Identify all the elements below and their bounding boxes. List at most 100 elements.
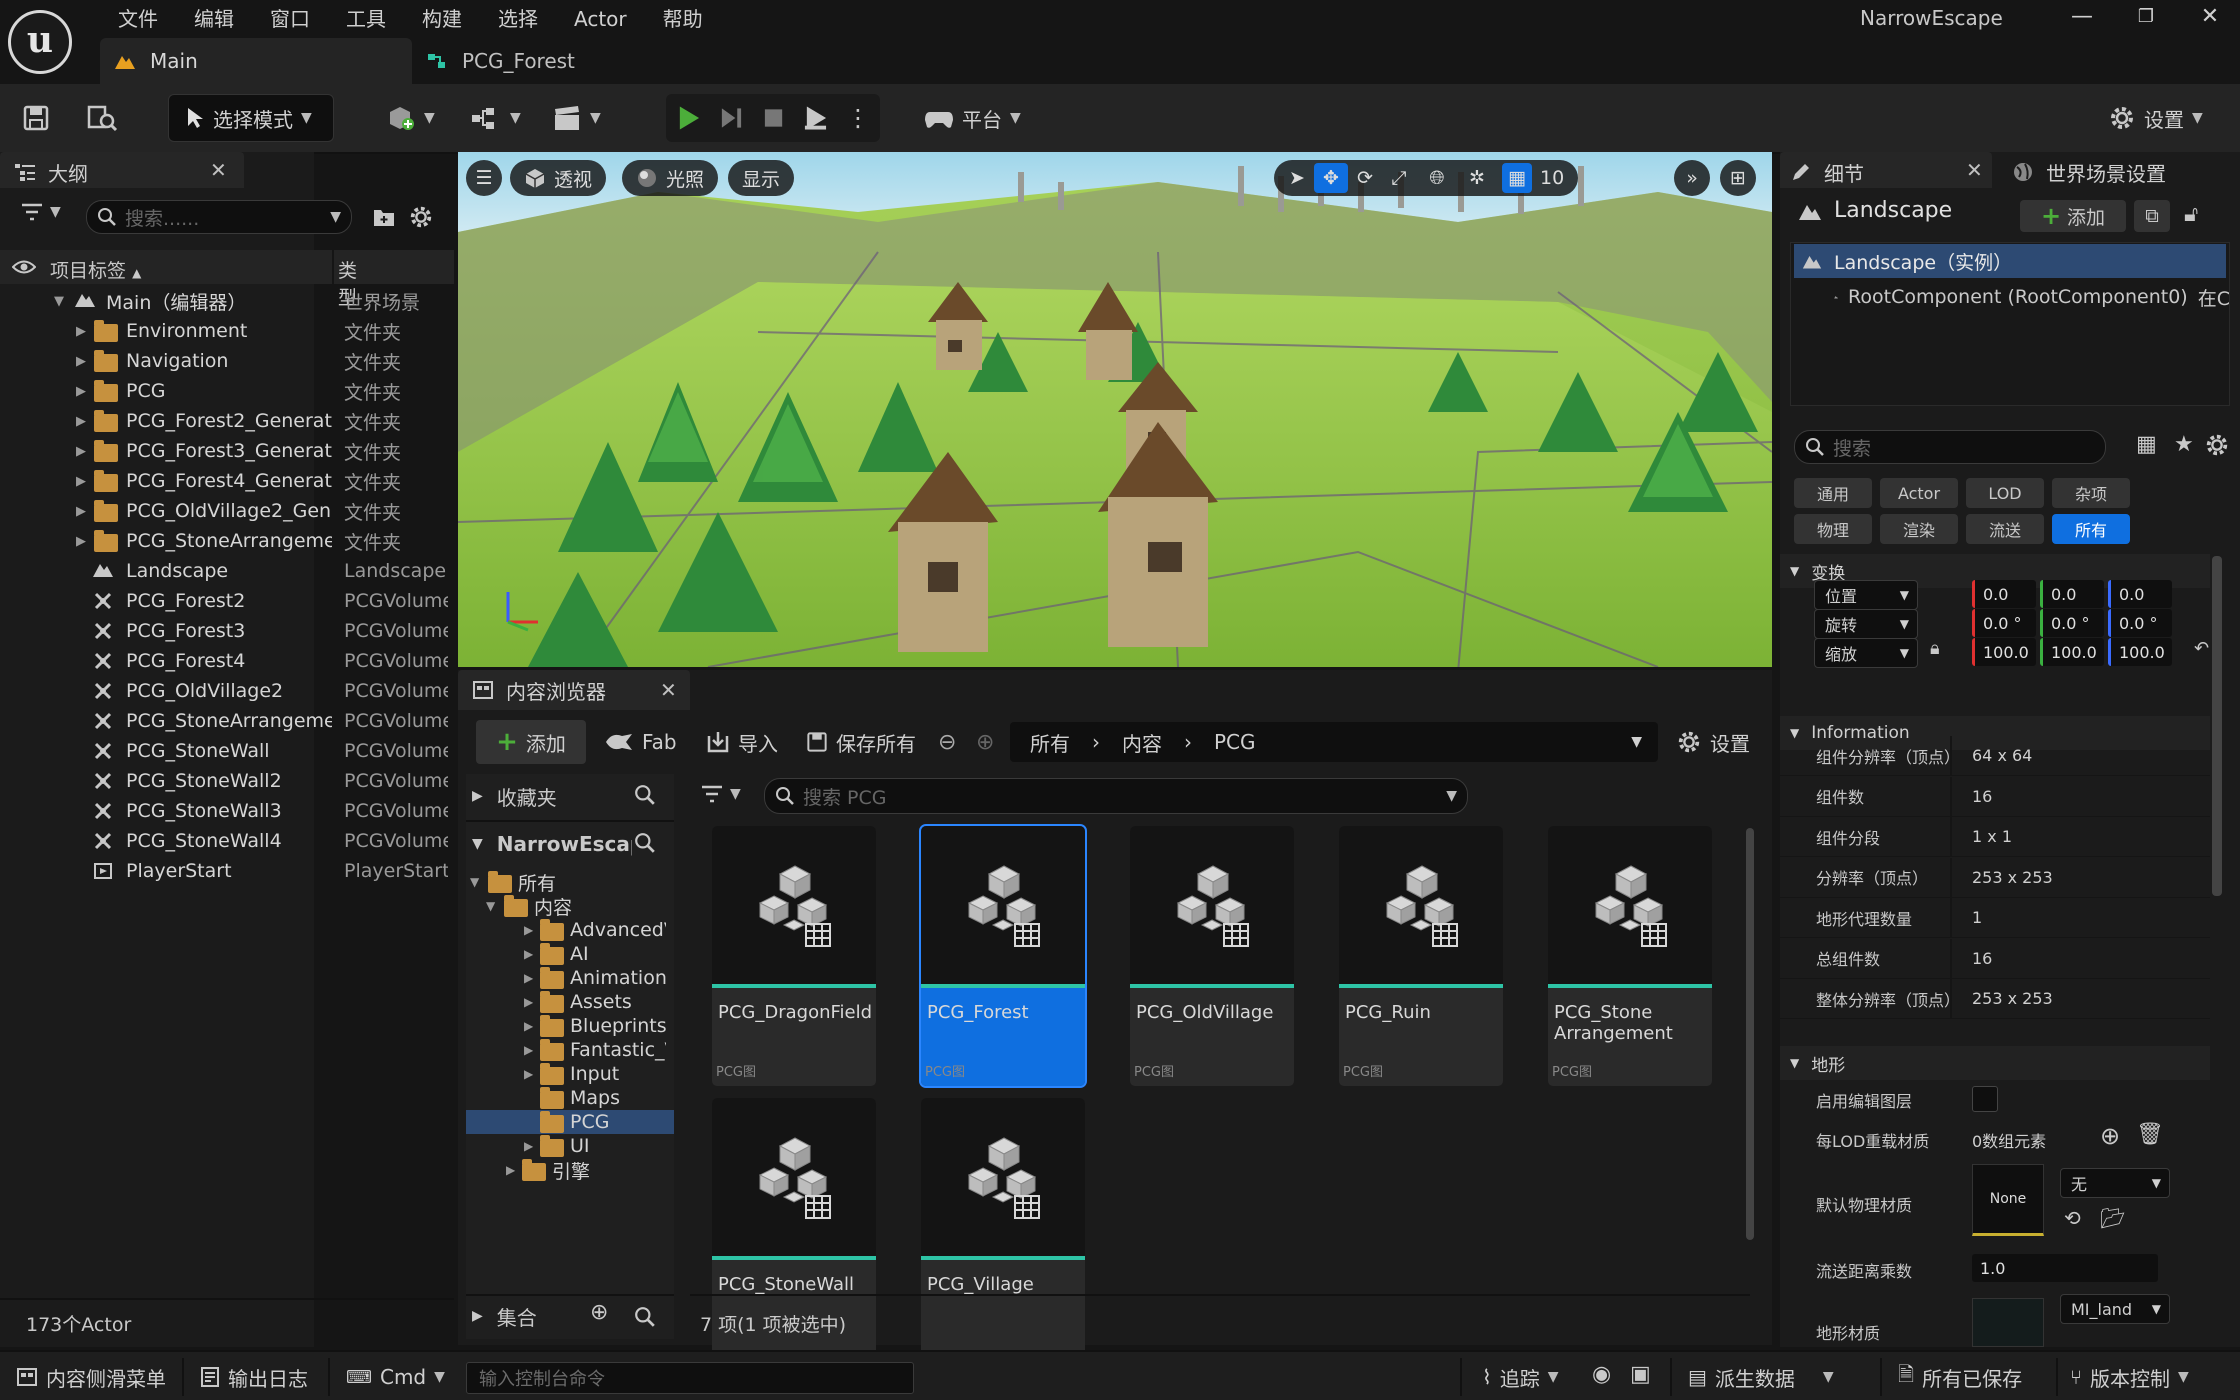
asset-tile[interactable]: PCG_Stone Arrangement PCG图 [1548, 826, 1712, 1086]
folder-tree-item[interactable]: ▼ 内容 [466, 894, 674, 919]
level-viewport[interactable]: ☰ 透视 光照 显示 ➤ ✥ ⟳ ⤢ 🌐︎ ✲ ▦ 10 » ⊞ [458, 152, 1772, 667]
rotate-tool-icon[interactable]: ⟳ [1348, 167, 1382, 189]
menu-file[interactable]: 文件 [100, 4, 176, 34]
menu-select[interactable]: 选择 [480, 4, 556, 34]
scale-tool-icon[interactable]: ⤢ [1382, 167, 1416, 189]
save-status-button[interactable]: 🗎︎ 所有已保存 [1898, 1360, 2022, 1394]
viewport-menu-icon[interactable]: ☰ [466, 160, 502, 196]
lock-icon[interactable]: 🔓︎ [2184, 202, 2198, 227]
transform-value-input[interactable]: 100.0 [1972, 638, 2036, 666]
unreal-logo-icon[interactable]: u [8, 10, 72, 74]
add-button[interactable]: + 添加 [476, 720, 586, 764]
phys-material-dropdown[interactable]: 无 ▼ [2060, 1168, 2170, 1198]
transform-mode-dropdown[interactable]: 缩放 ▼ [1814, 638, 1918, 668]
chevron-right-icon[interactable]: ▶ [524, 1043, 533, 1057]
folder-tree-item[interactable]: ▶ Input [466, 1062, 674, 1086]
record-icon[interactable]: ◉ [1592, 1362, 1611, 1387]
transform-value-input[interactable]: 0.0 [2040, 580, 2104, 608]
menu-build[interactable]: 构建 [404, 4, 480, 34]
outliner-row[interactable]: ▶ PCG_Forest4_Generate 文件夹 [0, 466, 401, 496]
platform-dropdown[interactable]: 平台 ▼ [924, 94, 1021, 142]
outliner-row[interactable]: ▶ PCG_Forest2_Generate 文件夹 [0, 406, 401, 436]
stop-icon[interactable] [762, 104, 785, 132]
content-drawer-button[interactable]: 内容侧滑菜单 [16, 1360, 166, 1394]
details-search-input[interactable]: 搜索 [1794, 430, 2106, 464]
menu-edit[interactable]: 编辑 [176, 4, 252, 34]
star-icon[interactable]: ★ [2174, 432, 2194, 457]
folder-tree-item[interactable]: ▶ AI [466, 942, 674, 966]
fab-button[interactable]: Fab [604, 720, 677, 764]
close-icon[interactable]: ✕ [660, 678, 677, 702]
chevron-right-icon[interactable]: ▶ [76, 384, 86, 399]
folder-tree-item[interactable]: ▶ Blueprints [466, 1014, 674, 1038]
filter-tab-button[interactable]: 所有 [2052, 514, 2130, 544]
browse-icon[interactable] [86, 94, 118, 142]
outliner-row[interactable]: PCG_Forest4 PCGVolume [0, 646, 448, 676]
breadcrumb-content[interactable]: 内容 [1122, 728, 1162, 757]
menu-actor[interactable]: Actor [556, 4, 645, 34]
filter-tab-button[interactable]: Actor [1880, 478, 1958, 508]
asset-filter-button[interactable]: ▼ [700, 784, 741, 804]
chevron-right-icon[interactable]: ▶ [524, 947, 533, 961]
settings-button[interactable]: 设置 [1676, 720, 1750, 764]
folder-tree-item[interactable]: ▶ Fantastic_Villa [466, 1038, 674, 1062]
chevron-down-icon[interactable]: ▼ [470, 875, 479, 889]
outliner-row[interactable]: ▼ Main（编辑器） 世界场景 [0, 286, 420, 316]
phys-material-thumbnail[interactable]: None [1972, 1164, 2044, 1236]
menu-help[interactable]: 帮助 [645, 4, 721, 34]
close-icon[interactable]: ✕ [1966, 158, 1983, 182]
transform-value-input[interactable]: 0.0 ° [2108, 609, 2172, 637]
transform-mode-dropdown[interactable]: 旋转 ▼ [1814, 609, 1918, 639]
filter-tab-button[interactable]: 物理 [1794, 514, 1872, 544]
select-tool-icon[interactable]: ➤ [1280, 167, 1314, 189]
trace-status-icon[interactable]: ▣ [1630, 1362, 1651, 1387]
tab-main[interactable]: Main [100, 38, 412, 84]
outliner-row[interactable]: ▶ PCG_StoneArrangemen 文件夹 [0, 526, 401, 556]
asset-tile[interactable]: PCG_Ruin PCG图 [1339, 826, 1503, 1086]
outliner-row[interactable]: PCG_StoneWall2 PCGVolume [0, 766, 448, 796]
chevron-right-icon[interactable]: ▶ [524, 971, 533, 985]
viewport-layout-icon[interactable]: ⊞ [1720, 160, 1756, 196]
move-tool-icon[interactable]: ✥ [1314, 163, 1348, 193]
filter-tab-button[interactable]: 渲染 [1880, 514, 1958, 544]
chevron-right-icon[interactable]: ▶ [76, 414, 86, 429]
derived-data-dropdown[interactable]: ▤ 派生数据 ▼ [1688, 1360, 1834, 1394]
reset-icon[interactable]: ↶ [2194, 638, 2209, 659]
transform-value-input[interactable]: 0.0 ° [2040, 609, 2104, 637]
trace-dropdown[interactable]: ⌇ 追踪 ▼ [1482, 1360, 1559, 1394]
outliner-row[interactable]: ▶ PCG_Forest3_Generate 文件夹 [0, 436, 401, 466]
collections-section[interactable]: ▶ 集合 [472, 1298, 537, 1334]
chevron-right-icon[interactable]: ▶ [76, 354, 86, 369]
gear-icon[interactable] [408, 204, 434, 230]
output-log-button[interactable]: 输出日志 [200, 1360, 308, 1394]
transform-value-input[interactable]: 0.0 [1972, 580, 2036, 608]
chevron-right-icon[interactable]: ▶ [524, 995, 533, 1009]
show-button[interactable]: 显示 [728, 160, 795, 196]
outliner-row[interactable]: PCG_StoneWall4 PCGVolume [0, 826, 448, 856]
outliner-row[interactable]: ▶ Navigation 文件夹 [0, 346, 401, 376]
chevron-right-icon[interactable]: ▶ [524, 923, 533, 937]
import-button[interactable]: 导入 [706, 720, 778, 764]
asset-scrollbar[interactable] [1746, 828, 1754, 1240]
breadcrumb-pcg[interactable]: PCG [1214, 730, 1256, 754]
chevron-down-icon[interactable]: ▼ [486, 899, 495, 913]
filter-tab-button[interactable]: 通用 [1794, 478, 1872, 508]
stream-dist-input[interactable]: 1.0 [1972, 1254, 2158, 1282]
component-instance-row[interactable]: Landscape（实例） [1794, 244, 2226, 278]
menu-tools[interactable]: 工具 [328, 4, 404, 34]
visibility-eye-icon[interactable] [12, 258, 36, 276]
minimize-icon[interactable]: — [2062, 2, 2102, 32]
chevron-right-icon[interactable]: ▶ [506, 1163, 515, 1177]
close-window-icon[interactable]: ✕ [2190, 2, 2230, 32]
forward-icon[interactable]: ⊕ [976, 720, 994, 764]
lighting-button[interactable]: 光照 [622, 160, 719, 196]
grid-size-value[interactable]: 10 [1532, 167, 1572, 189]
outliner-row[interactable]: PCG_StoneWall PCGVolume [0, 736, 448, 766]
project-section[interactable]: ▼ NarrowEscape [472, 826, 632, 862]
asset-tile[interactable]: PCG_Village [921, 1098, 1085, 1358]
menu-window[interactable]: 窗口 [252, 4, 328, 34]
grid-snap-icon[interactable]: ▦ [1502, 163, 1532, 193]
gear-icon[interactable] [2204, 432, 2230, 458]
step-icon[interactable] [719, 104, 744, 132]
more-options-icon[interactable]: ⋮ [846, 104, 870, 132]
